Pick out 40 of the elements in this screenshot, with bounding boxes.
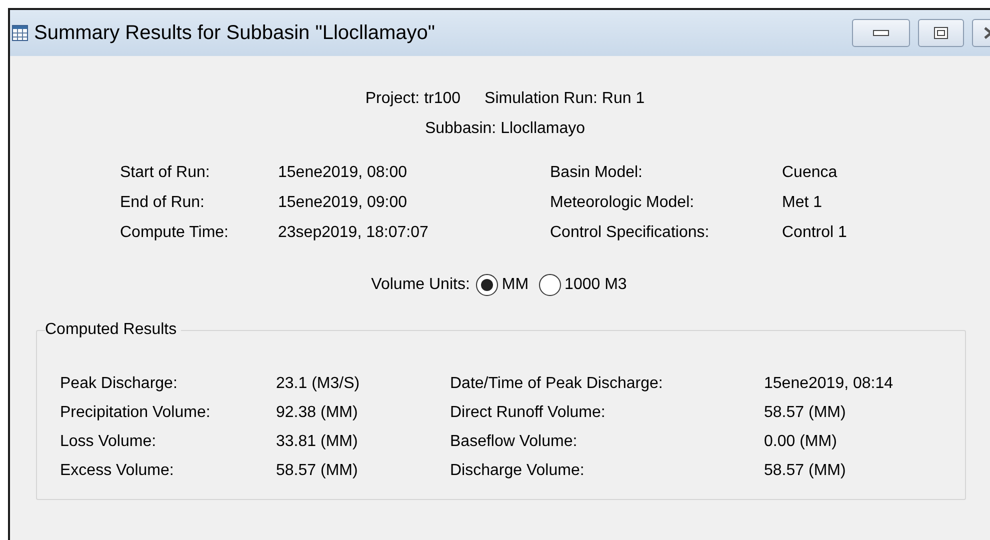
field-value: 33.81 (MM) [276, 432, 359, 452]
field-label: Loss Volume: [60, 432, 158, 452]
field-value: 92.38 (MM) [276, 402, 359, 422]
field-value: 15ene2019, 09:00 [278, 193, 408, 213]
field-label: Compute Time: [120, 223, 230, 243]
field-label: Discharge Volume: [450, 460, 586, 480]
field-label: End of Run: [120, 193, 206, 213]
table-icon [12, 25, 28, 41]
field-value: Control 1 [782, 223, 848, 243]
field-value: 58.57 (MM) [764, 460, 847, 480]
field-value: Cuenca [782, 163, 838, 183]
field-label: Date/Time of Peak Discharge: [450, 374, 664, 394]
field-label: Control Specifications: [550, 223, 710, 243]
field-value: 23.1 (M3/S) [276, 374, 361, 394]
field-value: Met 1 [782, 193, 824, 213]
maximize-icon [934, 27, 948, 39]
field-label: Precipitation Volume: [60, 402, 212, 422]
unit-radio-option[interactable]: MM [476, 273, 529, 297]
field-value: 0.00 (MM) [764, 432, 838, 452]
field-label: Meteorologic Model: [550, 193, 696, 213]
minimize-icon [873, 30, 889, 36]
window-title: Summary Results for Subbasin "Llocllamayo" [34, 21, 436, 46]
field-label: Basin Model: [550, 163, 644, 183]
field-label: Start of Run: [120, 163, 211, 183]
subbasin-text: Subbasin: Llocllamayo [424, 119, 586, 139]
maximize-button[interactable] [918, 19, 964, 47]
field-value: 15ene2019, 08:00 [278, 163, 408, 183]
field-label: Excess Volume: [60, 460, 175, 480]
field-value: 58.57 (MM) [276, 460, 359, 480]
field-label: Peak Discharge: [60, 374, 178, 394]
volume-units-label: Volume Units: [371, 275, 470, 295]
field-value: 58.57 (MM) [764, 402, 847, 422]
unit-radio-option[interactable]: 1000 M3 [538, 273, 627, 297]
field-label: Direct Runoff Volume: [450, 402, 606, 422]
field-value: 23sep2019, 18:07:07 [278, 223, 430, 243]
minimize-button[interactable] [852, 19, 910, 47]
field-label: Baseflow Volume: [450, 432, 578, 452]
simulation-run-text: Simulation Run: Run 1 [484, 89, 645, 109]
field-value: 15ene2019, 08:14 [764, 374, 894, 394]
project-text: Project: tr100 [365, 89, 461, 109]
